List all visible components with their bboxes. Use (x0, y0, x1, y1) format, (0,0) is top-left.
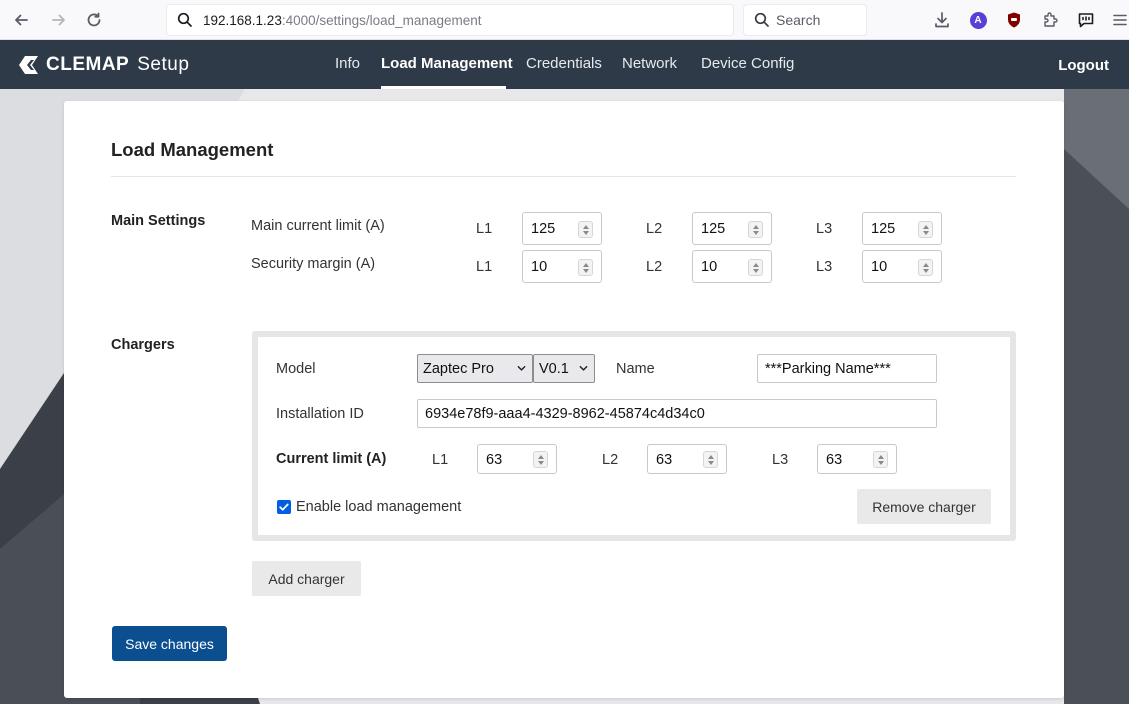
url-text: 192.168.1.23:4000/settings/load_manageme… (203, 13, 481, 28)
nav-network[interactable]: Network (622, 55, 677, 72)
margin-l2-label: L2 (646, 259, 663, 275)
main-limit-l1-value: 125 (531, 221, 556, 237)
current-limit-label: Current limit (A) (276, 451, 387, 467)
brand-suffix: Setup (137, 54, 190, 75)
chevron-down-icon (579, 365, 588, 371)
browser-toolbar: 192.168.1.23:4000/settings/load_manageme… (0, 0, 1129, 40)
main-limit-l1-input[interactable]: 125 (522, 212, 602, 245)
charger-limit-l2-input[interactable]: 63 (647, 444, 727, 474)
menu-icon[interactable] (1108, 8, 1129, 32)
margin-l1-label: L1 (476, 259, 493, 275)
forward-icon[interactable] (47, 8, 71, 32)
main-settings-label: Main Settings (111, 213, 206, 229)
nav-credentials[interactable]: Credentials (526, 55, 602, 72)
charger-l1-label: L1 (432, 452, 449, 468)
model-value: Zaptec Pro (423, 360, 494, 377)
reload-icon[interactable] (82, 8, 106, 32)
url-host: 192.168.1.23 (203, 12, 282, 28)
spinner-icon[interactable] (918, 221, 933, 238)
page-title: Load Management (111, 139, 274, 160)
save-changes-button[interactable]: Save changes (112, 626, 227, 661)
model-label: Model (276, 361, 316, 377)
account-initial: A (969, 11, 987, 29)
main-limit-l1-label: L1 (476, 221, 493, 237)
charger-limit-l3-input[interactable]: 63 (817, 444, 897, 474)
installation-id-field[interactable] (418, 400, 936, 427)
main-limit-l3-value: 125 (871, 221, 896, 237)
margin-l3-input[interactable]: 10 (862, 250, 942, 283)
spinner-icon[interactable] (578, 259, 593, 276)
enable-load-management-label[interactable]: Enable load management (296, 499, 461, 515)
charger-limit-l1-value: 63 (486, 452, 503, 468)
charger-card: Model Zaptec Pro V0.1 Name Installation … (252, 331, 1016, 541)
name-label: Name (616, 361, 655, 377)
title-divider (111, 176, 1016, 177)
margin-l3-label: L3 (816, 259, 833, 275)
spinner-icon[interactable] (533, 451, 548, 468)
charger-l3-label: L3 (772, 452, 789, 468)
main-limit-l3-input[interactable]: 125 (862, 212, 942, 245)
security-margin-label: Security margin (A) (251, 256, 376, 272)
download-icon[interactable] (930, 8, 954, 32)
main-limit-l3-label: L3 (816, 221, 833, 237)
spinner-icon[interactable] (918, 259, 933, 276)
clemap-logo-icon (18, 55, 40, 75)
chargers-label: Chargers (111, 337, 175, 353)
spinner-icon[interactable] (748, 259, 763, 276)
margin-l1-value: 10 (531, 259, 548, 275)
search-icon (754, 12, 770, 28)
spinner-icon[interactable] (873, 451, 888, 468)
app-header: CLEMAP Setup Info Load Management Creden… (0, 40, 1129, 89)
charger-limit-l3-value: 63 (826, 452, 843, 468)
account-avatar-icon[interactable]: A (966, 8, 990, 32)
charger-l2-label: L2 (602, 452, 619, 468)
logout-link[interactable]: Logout (1058, 57, 1109, 74)
model-select[interactable]: Zaptec Pro (417, 354, 533, 383)
charger-name-field[interactable] (758, 355, 936, 382)
version-select[interactable]: V0.1 (533, 354, 595, 383)
spinner-icon[interactable] (578, 221, 593, 238)
version-value: V0.1 (539, 360, 569, 377)
charger-limit-l1-input[interactable]: 63 (477, 444, 557, 474)
margin-l2-input[interactable]: 10 (692, 250, 772, 283)
charger-name-input[interactable] (757, 354, 937, 383)
nav-info[interactable]: Info (335, 55, 360, 72)
main-limit-l2-value: 125 (701, 221, 726, 237)
browser-search-box[interactable]: Search (743, 4, 867, 36)
remove-charger-button[interactable]: Remove charger (857, 489, 991, 524)
checkmark-icon (279, 503, 289, 511)
nav-device-config[interactable]: Device Config (701, 55, 794, 72)
margin-l1-input[interactable]: 10 (522, 250, 602, 283)
margin-l2-value: 10 (701, 259, 718, 275)
extensions-puzzle-icon[interactable] (1038, 8, 1062, 32)
ublock-shield-icon[interactable] (1002, 8, 1026, 32)
url-path: :4000/settings/load_management (281, 12, 482, 28)
charger-limit-l2-value: 63 (656, 452, 673, 468)
margin-l3-value: 10 (871, 259, 888, 275)
spinner-icon[interactable] (703, 451, 718, 468)
chevron-down-icon (517, 365, 526, 371)
installation-id-label: Installation ID (276, 406, 364, 422)
spinner-icon[interactable] (748, 221, 763, 238)
main-limit-l2-label: L2 (646, 221, 663, 237)
installation-id-input[interactable] (417, 399, 937, 428)
settings-card: Load Management Main Settings Main curre… (64, 101, 1064, 698)
enable-load-management-checkbox[interactable] (277, 500, 291, 514)
address-bar[interactable]: 192.168.1.23:4000/settings/load_manageme… (166, 4, 734, 36)
add-charger-button[interactable]: Add charger (252, 561, 361, 596)
back-icon[interactable] (9, 8, 33, 32)
nav-load-management[interactable]: Load Management (381, 55, 513, 72)
main-limit-l2-input[interactable]: 125 (692, 212, 772, 245)
brand-name: CLEMAP (46, 54, 130, 75)
main-current-limit-label: Main current limit (A) (251, 218, 385, 234)
feedback-icon[interactable] (1074, 8, 1098, 32)
search-placeholder: Search (776, 12, 821, 28)
search-icon (177, 12, 193, 28)
brand-logo[interactable]: CLEMAP Setup (18, 54, 189, 76)
